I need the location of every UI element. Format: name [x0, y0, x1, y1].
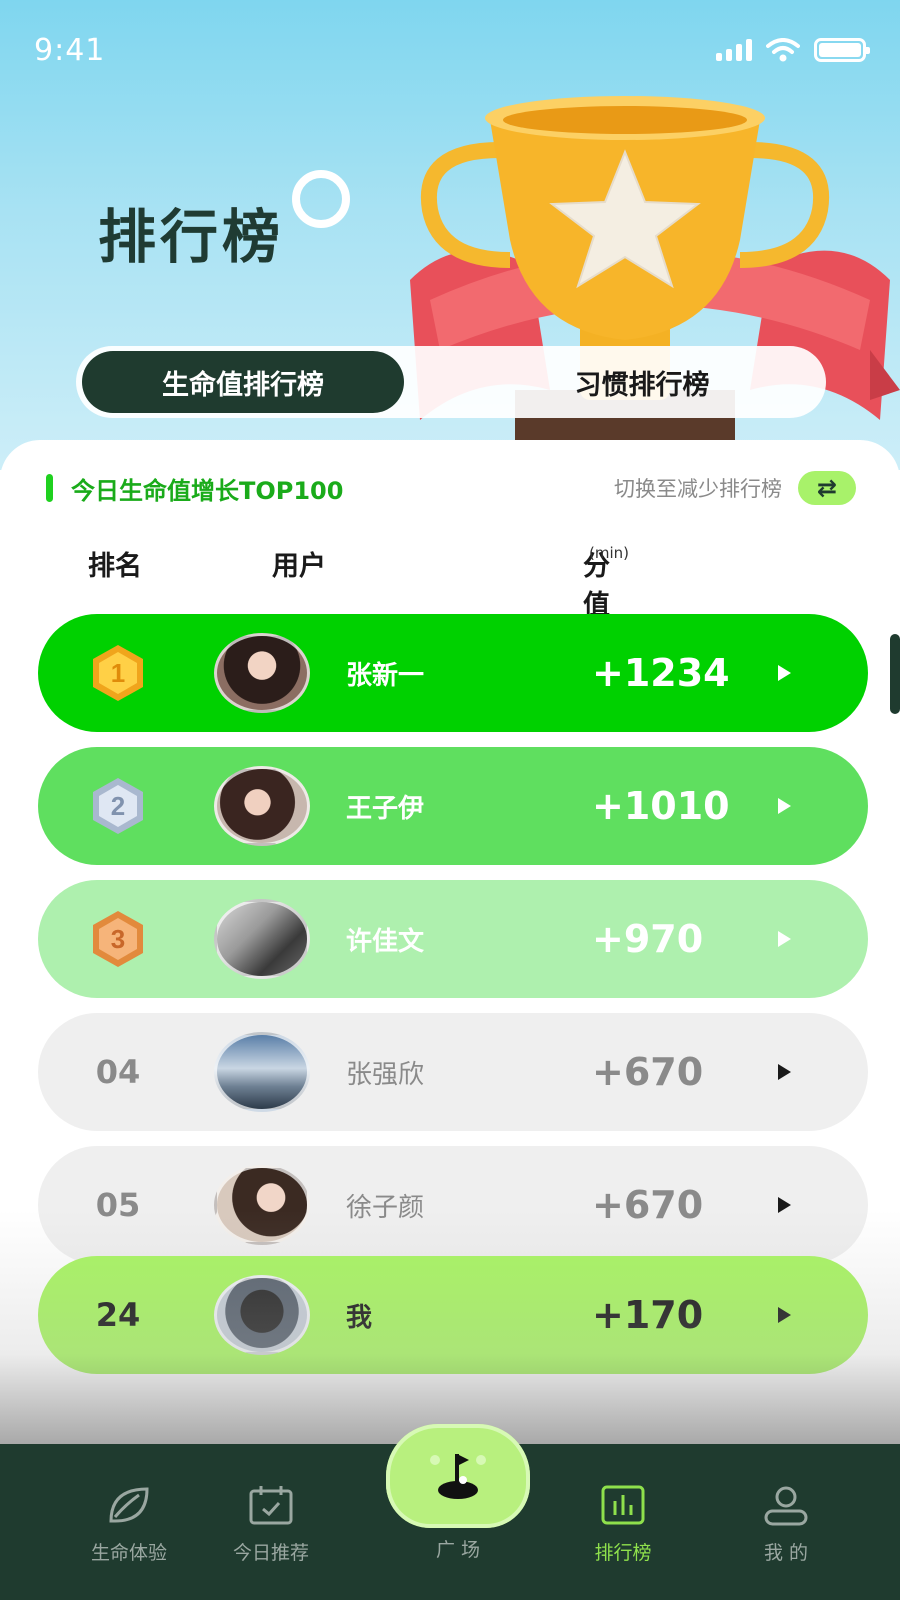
- svg-text:2: 2: [111, 791, 125, 821]
- play-arrow-icon[interactable]: [778, 1307, 791, 1323]
- bronze-medal-icon: 3: [93, 911, 143, 967]
- column-headers: 排名 用户 分值变化(min): [88, 544, 629, 699]
- nav-label: 生命体验: [90, 1542, 167, 1564]
- bar-chart-icon: [598, 1482, 648, 1528]
- score-change: +670: [592, 1183, 704, 1227]
- ranking-tab-switch: 生命值排行榜 习惯排行榜: [76, 346, 826, 418]
- score-change: +170: [592, 1293, 704, 1337]
- avatar[interactable]: [214, 633, 310, 713]
- rank-number: 24: [95, 1296, 141, 1334]
- status-icons: [716, 38, 870, 62]
- section-title: 今日生命值增长TOP100: [71, 476, 344, 505]
- user-name: 许佳文: [346, 926, 425, 957]
- nav-label: 我 的: [763, 1542, 809, 1564]
- play-arrow-icon[interactable]: [778, 1197, 791, 1213]
- golf-flag-icon: [430, 1454, 486, 1499]
- calendar-check-icon: [246, 1482, 296, 1528]
- nav-label: 今日推荐: [232, 1542, 309, 1564]
- avatar[interactable]: [214, 1165, 310, 1245]
- rank-row[interactable]: 2 王子伊 +1010: [38, 747, 868, 865]
- status-time: 9:41: [34, 32, 106, 68]
- nav-item-ranking[interactable]: 排行榜: [558, 1482, 688, 1565]
- column-rank: 排名: [88, 551, 142, 582]
- tab-life-value-ranking[interactable]: 生命值排行榜: [82, 351, 404, 413]
- status-bar: 9:41: [0, 0, 900, 100]
- scrollbar[interactable]: [890, 634, 900, 714]
- user-icon: [761, 1482, 811, 1528]
- ranking-card: 今日生命值增长TOP100 切换至减少排行榜 ⇄ 排名 用户 分值变化(min)…: [0, 440, 900, 1440]
- score-change: +970: [592, 917, 704, 961]
- score-change: +1234: [592, 651, 730, 695]
- wifi-icon: [766, 38, 800, 62]
- gold-medal-icon: 1: [93, 645, 143, 701]
- avatar[interactable]: [214, 899, 310, 979]
- rank-row[interactable]: 04 张强欣 +670: [38, 1013, 868, 1131]
- play-arrow-icon[interactable]: [778, 1064, 791, 1080]
- user-name: 我: [346, 1302, 373, 1333]
- play-arrow-icon[interactable]: [778, 931, 791, 947]
- score-change: +670: [592, 1050, 704, 1094]
- tab-habit-ranking[interactable]: 习惯排行榜: [404, 351, 820, 413]
- hero-banner: 9:41 排行榜 生命值排行榜 习惯排行榜: [0, 0, 900, 470]
- signal-icon: [716, 39, 752, 61]
- user-name: 张新一: [346, 660, 425, 691]
- switch-ranking-label[interactable]: 切换至减少排行榜: [614, 473, 782, 503]
- svg-text:1: 1: [111, 658, 125, 688]
- rank-row[interactable]: 1 张新一 +1234: [38, 614, 868, 732]
- silver-medal-icon: 2: [93, 778, 143, 834]
- leaf-icon: [104, 1482, 154, 1528]
- rank-number: 04: [95, 1053, 141, 1091]
- nav-item-today-recommend[interactable]: 今日推荐: [206, 1482, 336, 1565]
- play-arrow-icon[interactable]: [778, 798, 791, 814]
- title-decoration-ring: [292, 170, 350, 228]
- avatar[interactable]: [214, 766, 310, 846]
- battery-icon: [814, 38, 870, 62]
- user-name: 王子伊: [346, 793, 425, 824]
- column-user: 用户: [272, 551, 326, 582]
- my-rank-row[interactable]: 24 我 +170: [38, 1256, 868, 1374]
- nav-label-square[interactable]: 广 场: [400, 1535, 516, 1562]
- switch-ranking-control[interactable]: 切换至减少排行榜 ⇄: [614, 471, 856, 505]
- avatar[interactable]: [214, 1032, 310, 1112]
- nav-item-life-experience[interactable]: 生命体验: [64, 1482, 194, 1565]
- ranking-header: 今日生命值增长TOP100 切换至减少排行榜 ⇄: [46, 468, 856, 508]
- avatar[interactable]: [214, 1275, 310, 1355]
- nav-item-mine[interactable]: 我 的: [721, 1482, 851, 1565]
- nav-label: 排行榜: [594, 1542, 652, 1564]
- page-title: 排行榜: [98, 203, 285, 271]
- user-name: 徐子颜: [346, 1192, 425, 1223]
- swap-icon[interactable]: ⇄: [798, 471, 856, 505]
- square-center-button[interactable]: [386, 1424, 530, 1528]
- user-name: 张强欣: [346, 1059, 425, 1090]
- play-arrow-icon[interactable]: [778, 665, 791, 681]
- section-accent-bar: [46, 474, 53, 502]
- svg-text:3: 3: [111, 924, 125, 954]
- score-change: +1010: [592, 784, 730, 828]
- rank-row[interactable]: 3 许佳文 +970: [38, 880, 868, 998]
- rank-number: 05: [95, 1186, 141, 1224]
- rank-row[interactable]: 05 徐子颜 +670: [38, 1146, 868, 1264]
